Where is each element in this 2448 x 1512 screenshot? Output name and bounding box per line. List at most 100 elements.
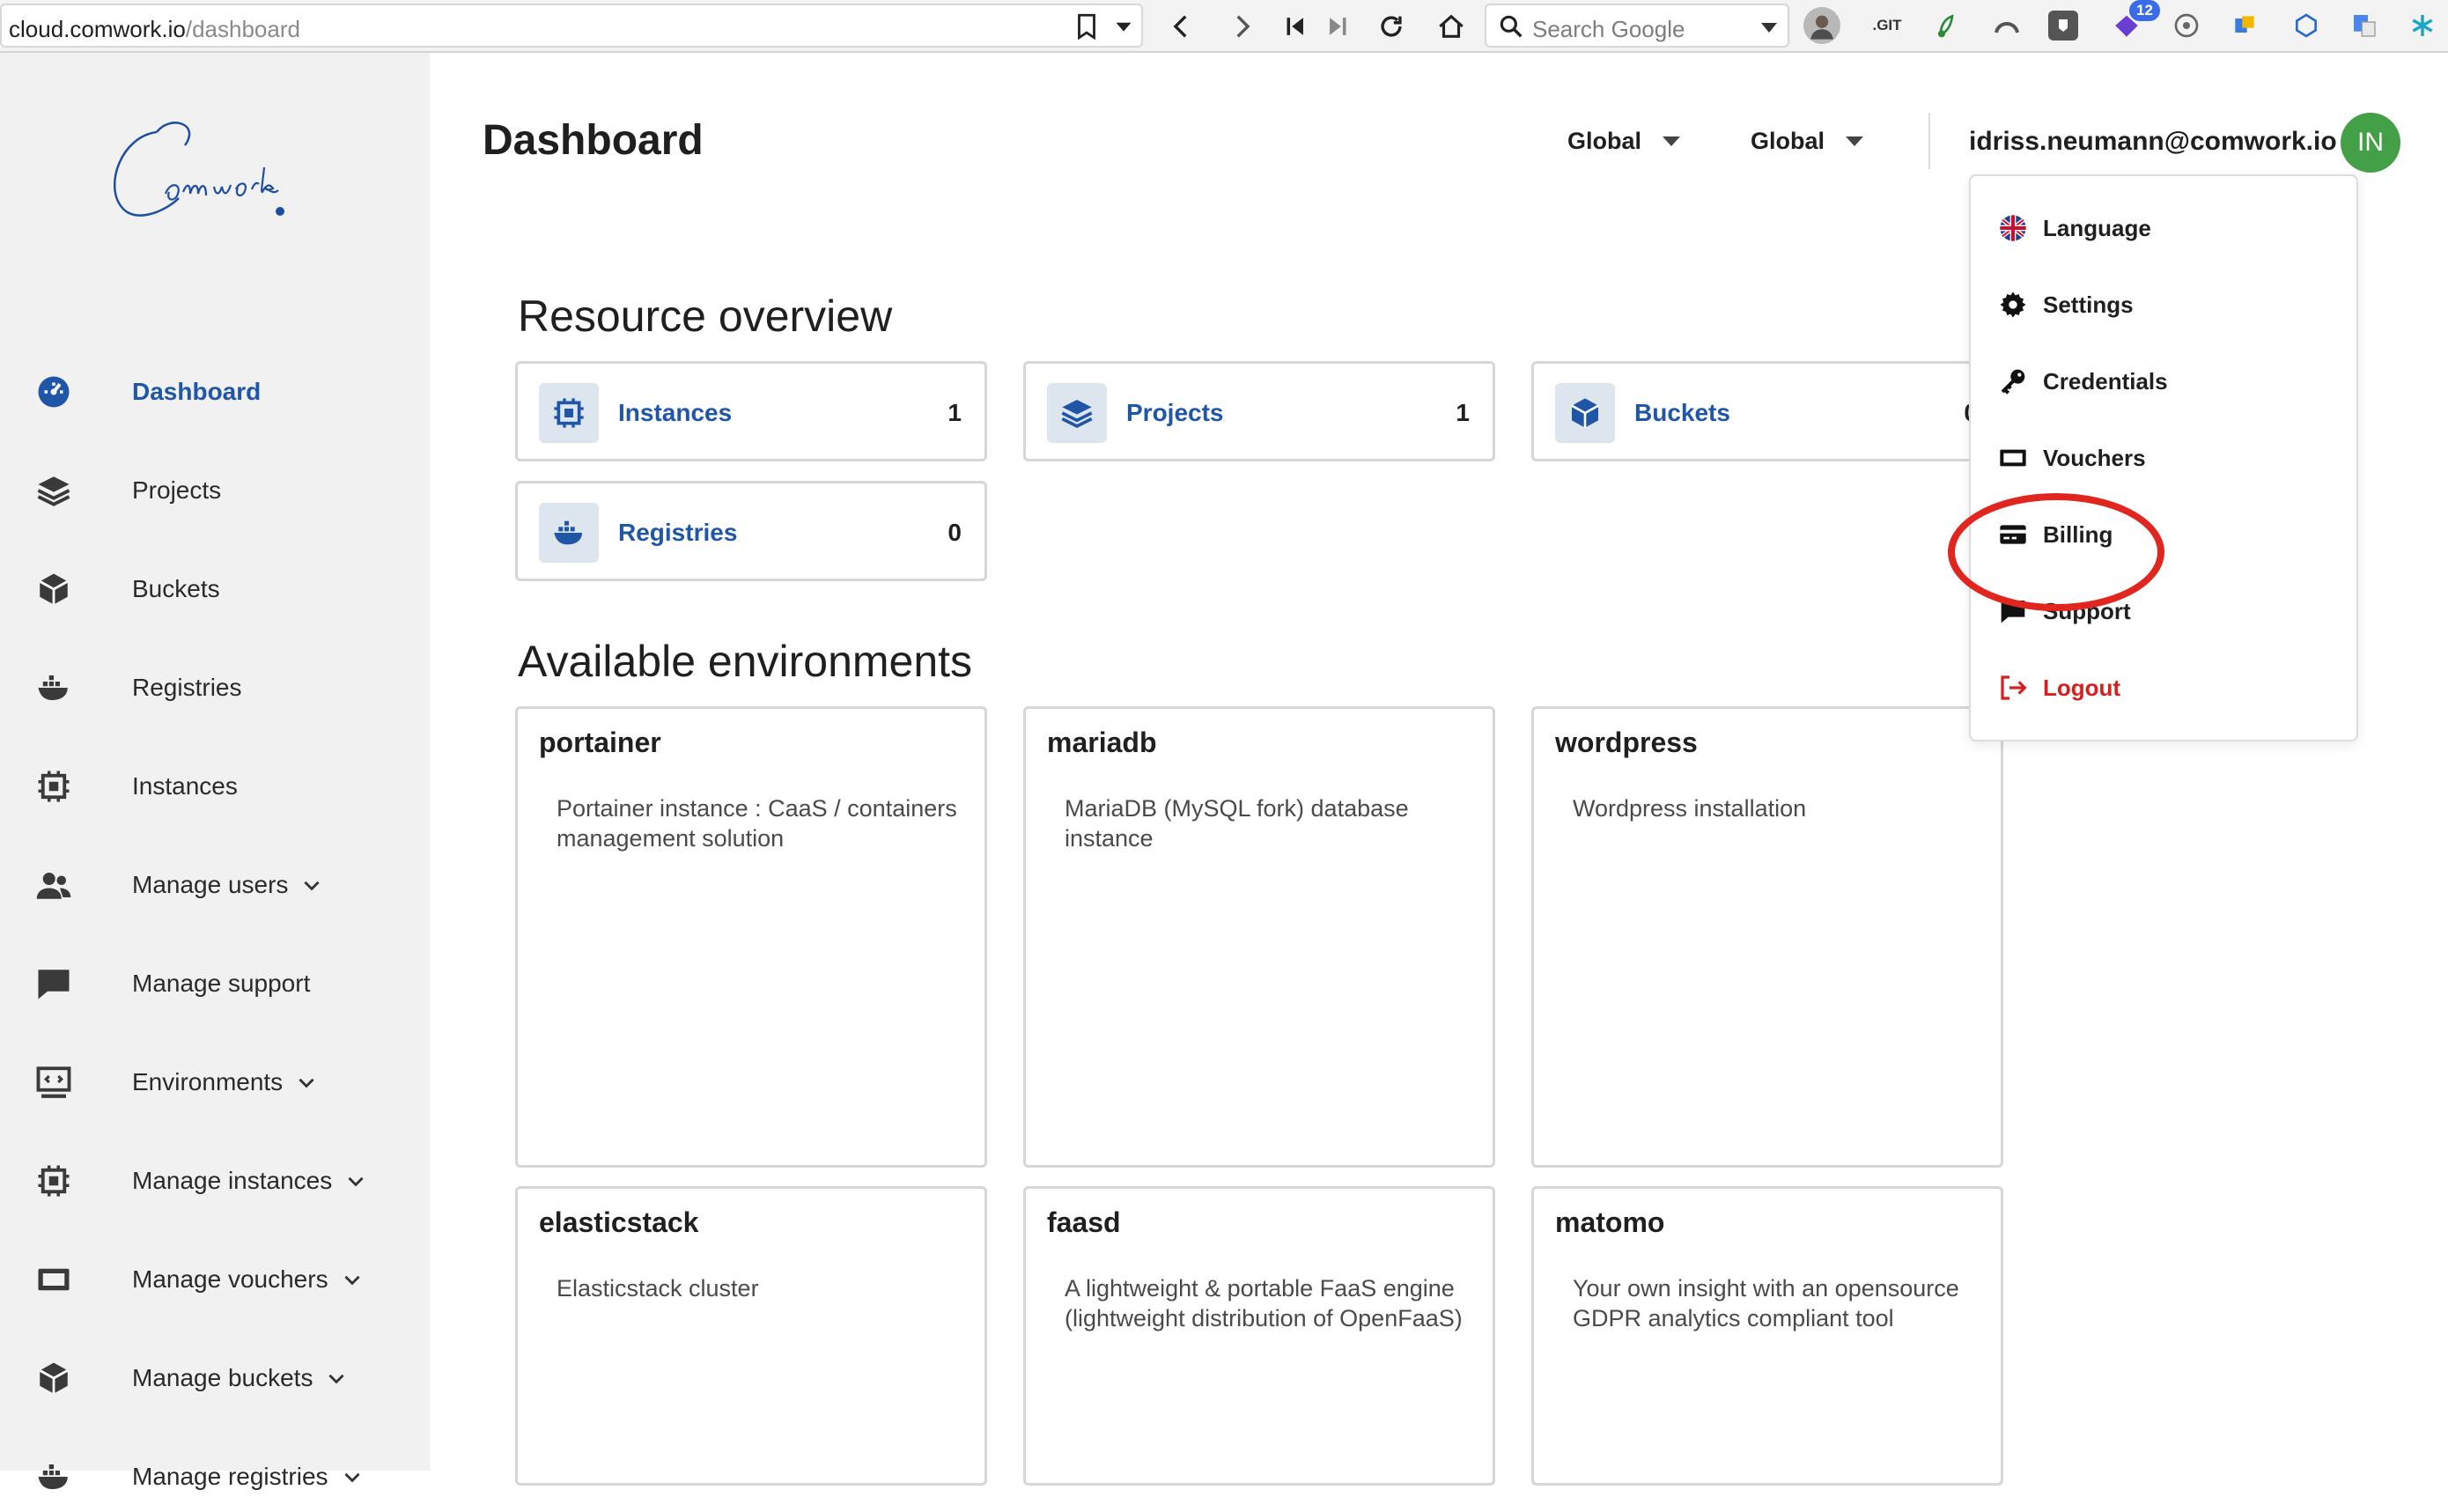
sidebar-item-label: Manage instances [132, 1167, 367, 1195]
arc-extension-icon[interactable] [1988, 7, 2025, 44]
environment-name: wordpress [1555, 726, 1698, 758]
environment-name: mariadb [1047, 726, 1157, 758]
environment-description: MariaDB (MySQL fork) database instance [1065, 795, 1409, 852]
environment-card-portainer[interactable]: portainer Portainer instance : CaaS / co… [515, 706, 987, 1168]
chevron-down-icon [343, 1275, 360, 1286]
environment-name: elasticstack [539, 1206, 699, 1238]
logout-icon [1997, 672, 2029, 704]
reload-icon[interactable] [1374, 9, 1409, 44]
dashboard-icon [33, 372, 74, 412]
region-select[interactable]: Global [1567, 128, 1681, 155]
sidebar-item-dashboard[interactable]: Dashboard [0, 357, 430, 427]
environment-description: Elasticstack cluster [557, 1275, 759, 1302]
ticket-icon [33, 1259, 74, 1300]
sidebar-item-registries[interactable]: Registries [0, 653, 430, 723]
sidebar-item-label: Manage users [132, 871, 323, 899]
avatar[interactable]: IN [2341, 113, 2400, 173]
sidebar-item-label: Manage registries [132, 1463, 364, 1491]
docker-icon [539, 503, 599, 563]
url-bar[interactable]: cloud.comwork.io/dashboard [0, 4, 1143, 48]
caret-down-icon [1846, 136, 1864, 146]
home-icon[interactable] [1434, 9, 1469, 44]
bookmark-icon[interactable] [1069, 9, 1104, 44]
profile-avatar-icon[interactable] [1803, 7, 1840, 44]
asterisk-extension-icon[interactable] [2404, 7, 2441, 44]
ticket-icon [1997, 442, 2029, 474]
menu-item-credentials[interactable]: Credentials [1997, 355, 2168, 408]
sidebar-item-projects[interactable]: Projects [0, 455, 430, 526]
comwork-logo[interactable] [104, 106, 306, 229]
environment-description: A lightweight & portable FaaS engine (li… [1065, 1275, 1463, 1331]
extension-badge: 12 [2129, 0, 2160, 21]
menu-item-vouchers[interactable]: Vouchers [1997, 431, 2146, 484]
caret-down-icon [1663, 136, 1681, 146]
sidebar-item-label: Manage buckets [132, 1364, 348, 1392]
environment-card-matomo[interactable]: matomo Your own insight with an opensour… [1531, 1186, 2003, 1486]
resource-card-label: Registries [618, 519, 738, 546]
film-extension-icon[interactable] [2168, 7, 2205, 44]
url-dropdown-icon[interactable] [1106, 9, 1141, 44]
chevron-down-icon [348, 1176, 364, 1187]
resource-card-instances[interactable]: Instances 1 [515, 361, 987, 461]
sidebar-item-manage-registries[interactable]: Manage registries [0, 1442, 430, 1512]
menu-item-logout[interactable]: Logout [1997, 661, 2120, 714]
sidebar-item-label: Manage support [132, 970, 311, 997]
browser-search-field[interactable]: Search Google [1485, 4, 1789, 48]
chevron-down-icon [343, 1472, 360, 1483]
resource-card-count: 0 [947, 519, 962, 546]
forward-icon[interactable] [1224, 9, 1259, 44]
sidebar-item-instances[interactable]: Instances [0, 751, 430, 822]
sidebar-item-manage-buckets[interactable]: Manage buckets [0, 1343, 430, 1413]
environment-card-faasd[interactable]: faasd A lightweight & portable FaaS engi… [1023, 1186, 1495, 1486]
environment-card-wordpress[interactable]: wordpress Wordpress installation [1531, 706, 2003, 1168]
resource-card-label: Instances [618, 399, 733, 426]
search-engine-dropdown-icon[interactable] [1761, 23, 1777, 33]
sidebar-item-label: Manage vouchers [132, 1265, 364, 1294]
skip-forward-icon[interactable] [1321, 9, 1356, 44]
search-icon [1500, 15, 1523, 38]
gear-icon [1997, 289, 2029, 321]
sidebar-item-manage-users[interactable]: Manage users [0, 850, 430, 920]
resource-card-count: 1 [1456, 399, 1470, 426]
provider-select[interactable]: Global [1751, 128, 1864, 155]
sidebar-item-buckets[interactable]: Buckets [0, 554, 430, 624]
environment-description: Your own insight with an opensource GDPR… [1573, 1275, 1959, 1331]
hexagon-extension-icon[interactable] [2288, 7, 2325, 44]
chip-icon [33, 1161, 74, 1201]
menu-item-settings[interactable]: Settings [1997, 278, 2134, 331]
shield-extension-icon[interactable] [2048, 11, 2078, 41]
user-dropdown-menu: Language Settings Credentials Vouchers B… [1969, 174, 2358, 741]
menu-item-language[interactable]: Language [1997, 202, 2151, 254]
resource-card-projects[interactable]: Projects 1 [1023, 361, 1495, 461]
sidebar-item-label: Instances [132, 772, 238, 800]
billing-highlight-annotation [1948, 493, 2164, 611]
chevron-down-icon [304, 881, 321, 891]
chevron-down-icon [299, 1078, 314, 1088]
sidebar-item-label: Dashboard [132, 378, 262, 405]
sidebar-item-environments[interactable]: Environments [0, 1047, 430, 1117]
environment-description: Portainer instance : CaaS / containers m… [557, 795, 957, 852]
uk-flag-icon [1997, 212, 2029, 244]
sidebar-item-label: Projects [132, 476, 222, 504]
back-icon[interactable] [1164, 9, 1199, 44]
git-extension-icon[interactable]: .GIT [1869, 7, 1906, 44]
header-divider [1928, 113, 1930, 169]
sidebar-item-manage-instances[interactable]: Manage instances [0, 1146, 430, 1216]
code-screen-icon [33, 1062, 74, 1103]
environment-name: matomo [1555, 1206, 1665, 1238]
environment-card-mariadb[interactable]: mariadb MariaDB (MySQL fork) database in… [1023, 706, 1495, 1168]
sidebar-item-manage-vouchers[interactable]: Manage vouchers [0, 1244, 430, 1315]
url-text: cloud.comwork.io/dashboard [9, 16, 300, 42]
layers-icon [33, 470, 74, 511]
environment-description: Wordpress installation [1573, 795, 1807, 822]
leaf-extension-icon[interactable] [1927, 7, 1964, 44]
translate-extension-icon[interactable] [2346, 7, 2383, 44]
colorful-extension-icon[interactable] [2226, 7, 2263, 44]
skip-back-icon[interactable] [1277, 9, 1312, 44]
resource-card-buckets[interactable]: Buckets 0 [1531, 361, 2003, 461]
environment-card-elasticstack[interactable]: elasticstack Elasticstack cluster [515, 1186, 987, 1486]
environment-name: portainer [539, 726, 661, 758]
resource-card-registries[interactable]: Registries 0 [515, 481, 987, 581]
user-email[interactable]: idriss.neumann@comwork.io [1969, 127, 2337, 157]
sidebar-item-manage-support[interactable]: Manage support [0, 948, 430, 1019]
